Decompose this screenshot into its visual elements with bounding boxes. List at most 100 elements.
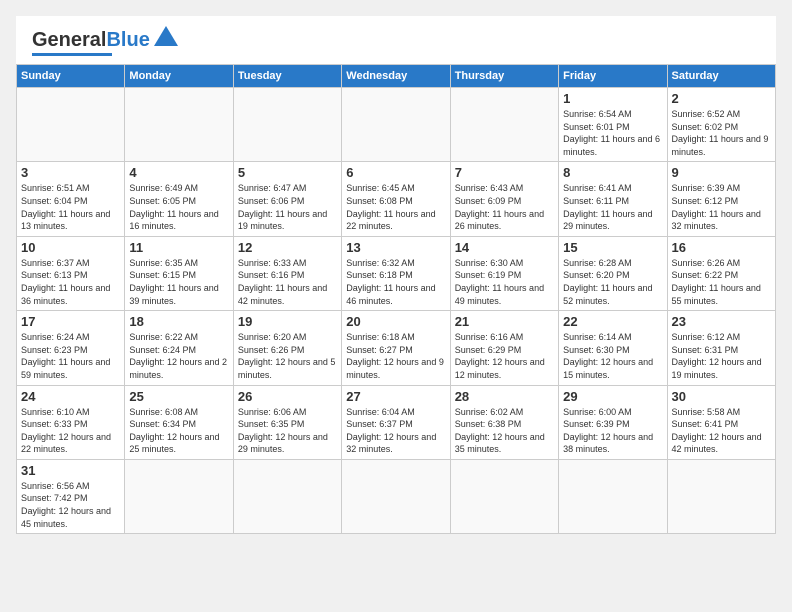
calendar-cell xyxy=(667,459,775,533)
day-number: 22 xyxy=(563,314,662,329)
calendar-cell xyxy=(125,459,233,533)
calendar-cell: 22 Sunrise: 6:14 AM Sunset: 6:30 PM Dayli… xyxy=(559,311,667,385)
calendar-cell: 28Sunrise: 6:02 AM Sunset: 6:38 PM Dayli… xyxy=(450,385,558,459)
day-number: 24 xyxy=(21,389,120,404)
calendar-cell: 6 Sunrise: 6:45 AM Sunset: 6:08 PM Daylig… xyxy=(342,162,450,236)
day-info: Sunrise: 6:54 AM Sunset: 6:01 PM Dayligh… xyxy=(563,108,662,158)
day-info: Sunrise: 6:45 AM Sunset: 6:08 PM Dayligh… xyxy=(346,182,445,232)
week-row-4: 24 Sunrise: 6:10 AM Sunset: 6:33 PM Dayli… xyxy=(17,385,776,459)
day-info: Sunrise: 6:56 AM Sunset: 7:42 PM Dayligh… xyxy=(21,480,120,530)
calendar-cell xyxy=(342,459,450,533)
calendar-cell: 26Sunrise: 6:06 AM Sunset: 6:35 PM Dayli… xyxy=(233,385,341,459)
weekday-header-thursday: Thursday xyxy=(450,65,558,88)
day-number: 15 xyxy=(563,240,662,255)
calendar-cell: 13 Sunrise: 6:32 AM Sunset: 6:18 PM Dayli… xyxy=(342,236,450,310)
calendar-cell: 3 Sunrise: 6:51 AM Sunset: 6:04 PM Daylig… xyxy=(17,162,125,236)
weekday-header-monday: Monday xyxy=(125,65,233,88)
logo-underline xyxy=(32,53,112,56)
day-info: Sunrise: 6:06 AM Sunset: 6:35 PM Dayligh… xyxy=(238,406,337,456)
day-info: Sunrise: 6:08 AM Sunset: 6:34 PM Dayligh… xyxy=(129,406,228,456)
day-number: 2 xyxy=(672,91,771,106)
weekday-header-sunday: Sunday xyxy=(17,65,125,88)
day-number: 16 xyxy=(672,240,771,255)
day-number: 8 xyxy=(563,165,662,180)
day-info: Sunrise: 6:35 AM Sunset: 6:15 PM Dayligh… xyxy=(129,257,228,307)
calendar-cell: 8 Sunrise: 6:41 AM Sunset: 6:11 PM Daylig… xyxy=(559,162,667,236)
day-number: 9 xyxy=(672,165,771,180)
day-info: Sunrise: 6:18 AM Sunset: 6:27 PM Dayligh… xyxy=(346,331,445,381)
day-number: 29 xyxy=(563,389,662,404)
calendar-cell: 9 Sunrise: 6:39 AM Sunset: 6:12 PM Daylig… xyxy=(667,162,775,236)
day-info: Sunrise: 6:33 AM Sunset: 6:16 PM Dayligh… xyxy=(238,257,337,307)
day-number: 1 xyxy=(563,91,662,106)
day-number: 23 xyxy=(672,314,771,329)
calendar-cell: 21 Sunrise: 6:16 AM Sunset: 6:29 PM Dayli… xyxy=(450,311,558,385)
header: GeneralBlue xyxy=(16,16,776,64)
day-info: Sunrise: 6:41 AM Sunset: 6:11 PM Dayligh… xyxy=(563,182,662,232)
calendar-cell: 23 Sunrise: 6:12 AM Sunset: 6:31 PM Dayli… xyxy=(667,311,775,385)
day-info: Sunrise: 6:51 AM Sunset: 6:04 PM Dayligh… xyxy=(21,182,120,232)
day-number: 6 xyxy=(346,165,445,180)
weekday-header-wednesday: Wednesday xyxy=(342,65,450,88)
day-info: Sunrise: 6:24 AM Sunset: 6:23 PM Dayligh… xyxy=(21,331,120,381)
week-row-0: 1 Sunrise: 6:54 AM Sunset: 6:01 PM Daylig… xyxy=(17,88,776,162)
calendar-cell: 14Sunrise: 6:30 AM Sunset: 6:19 PM Dayli… xyxy=(450,236,558,310)
day-info: Sunrise: 6:16 AM Sunset: 6:29 PM Dayligh… xyxy=(455,331,554,381)
week-row-2: 10Sunrise: 6:37 AM Sunset: 6:13 PM Dayli… xyxy=(17,236,776,310)
day-number: 21 xyxy=(455,314,554,329)
weekday-header-saturday: Saturday xyxy=(667,65,775,88)
day-info: Sunrise: 6:10 AM Sunset: 6:33 PM Dayligh… xyxy=(21,406,120,456)
day-info: Sunrise: 6:28 AM Sunset: 6:20 PM Dayligh… xyxy=(563,257,662,307)
calendar-cell: 19 Sunrise: 6:20 AM Sunset: 6:26 PM Dayli… xyxy=(233,311,341,385)
day-info: Sunrise: 6:26 AM Sunset: 6:22 PM Dayligh… xyxy=(672,257,771,307)
calendar-cell: 17 Sunrise: 6:24 AM Sunset: 6:23 PM Dayli… xyxy=(17,311,125,385)
day-info: Sunrise: 6:47 AM Sunset: 6:06 PM Dayligh… xyxy=(238,182,337,232)
week-row-5: 31Sunrise: 6:56 AM Sunset: 7:42 PM Dayli… xyxy=(17,459,776,533)
calendar-cell: 1 Sunrise: 6:54 AM Sunset: 6:01 PM Daylig… xyxy=(559,88,667,162)
day-number: 11 xyxy=(129,240,228,255)
calendar-cell: 29 Sunrise: 6:00 AM Sunset: 6:39 PM Dayli… xyxy=(559,385,667,459)
calendar-cell xyxy=(450,88,558,162)
day-number: 19 xyxy=(238,314,337,329)
day-info: Sunrise: 6:02 AM Sunset: 6:38 PM Dayligh… xyxy=(455,406,554,456)
day-number: 12 xyxy=(238,240,337,255)
day-number: 3 xyxy=(21,165,120,180)
day-number: 17 xyxy=(21,314,120,329)
calendar-cell: 5Sunrise: 6:47 AM Sunset: 6:06 PM Daylig… xyxy=(233,162,341,236)
calendar-cell xyxy=(559,459,667,533)
day-info: Sunrise: 6:39 AM Sunset: 6:12 PM Dayligh… xyxy=(672,182,771,232)
day-info: Sunrise: 6:00 AM Sunset: 6:39 PM Dayligh… xyxy=(563,406,662,456)
weekday-header-row: SundayMondayTuesdayWednesdayThursdayFrid… xyxy=(17,65,776,88)
calendar-cell xyxy=(125,88,233,162)
calendar-cell: 7Sunrise: 6:43 AM Sunset: 6:09 PM Daylig… xyxy=(450,162,558,236)
day-info: Sunrise: 6:32 AM Sunset: 6:18 PM Dayligh… xyxy=(346,257,445,307)
calendar-cell: 20 Sunrise: 6:18 AM Sunset: 6:27 PM Dayli… xyxy=(342,311,450,385)
day-info: Sunrise: 6:43 AM Sunset: 6:09 PM Dayligh… xyxy=(455,182,554,232)
calendar-cell: 31Sunrise: 6:56 AM Sunset: 7:42 PM Dayli… xyxy=(17,459,125,533)
calendar-page: GeneralBlue SundayMondayTuesdayWednesday… xyxy=(16,16,776,534)
day-info: Sunrise: 5:58 AM Sunset: 6:41 PM Dayligh… xyxy=(672,406,771,456)
logo: GeneralBlue xyxy=(32,28,180,56)
logo-text: GeneralBlue xyxy=(32,30,150,50)
calendar-cell: 15 Sunrise: 6:28 AM Sunset: 6:20 PM Dayli… xyxy=(559,236,667,310)
day-info: Sunrise: 6:20 AM Sunset: 6:26 PM Dayligh… xyxy=(238,331,337,381)
calendar-cell xyxy=(17,88,125,162)
calendar-cell xyxy=(233,459,341,533)
day-info: Sunrise: 6:04 AM Sunset: 6:37 PM Dayligh… xyxy=(346,406,445,456)
calendar-cell: 16 Sunrise: 6:26 AM Sunset: 6:22 PM Dayli… xyxy=(667,236,775,310)
day-number: 4 xyxy=(129,165,228,180)
calendar-table: SundayMondayTuesdayWednesdayThursdayFrid… xyxy=(16,64,776,534)
weekday-header-tuesday: Tuesday xyxy=(233,65,341,88)
week-row-1: 3 Sunrise: 6:51 AM Sunset: 6:04 PM Daylig… xyxy=(17,162,776,236)
calendar-cell xyxy=(342,88,450,162)
week-row-3: 17 Sunrise: 6:24 AM Sunset: 6:23 PM Dayli… xyxy=(17,311,776,385)
day-number: 20 xyxy=(346,314,445,329)
day-info: Sunrise: 6:12 AM Sunset: 6:31 PM Dayligh… xyxy=(672,331,771,381)
day-info: Sunrise: 6:14 AM Sunset: 6:30 PM Dayligh… xyxy=(563,331,662,381)
day-number: 13 xyxy=(346,240,445,255)
calendar-cell: 10Sunrise: 6:37 AM Sunset: 6:13 PM Dayli… xyxy=(17,236,125,310)
calendar-cell: 2Sunrise: 6:52 AM Sunset: 6:02 PM Daylig… xyxy=(667,88,775,162)
calendar-cell: 24 Sunrise: 6:10 AM Sunset: 6:33 PM Dayli… xyxy=(17,385,125,459)
logo-icon xyxy=(152,24,180,52)
logo-blue: Blue xyxy=(106,29,149,51)
